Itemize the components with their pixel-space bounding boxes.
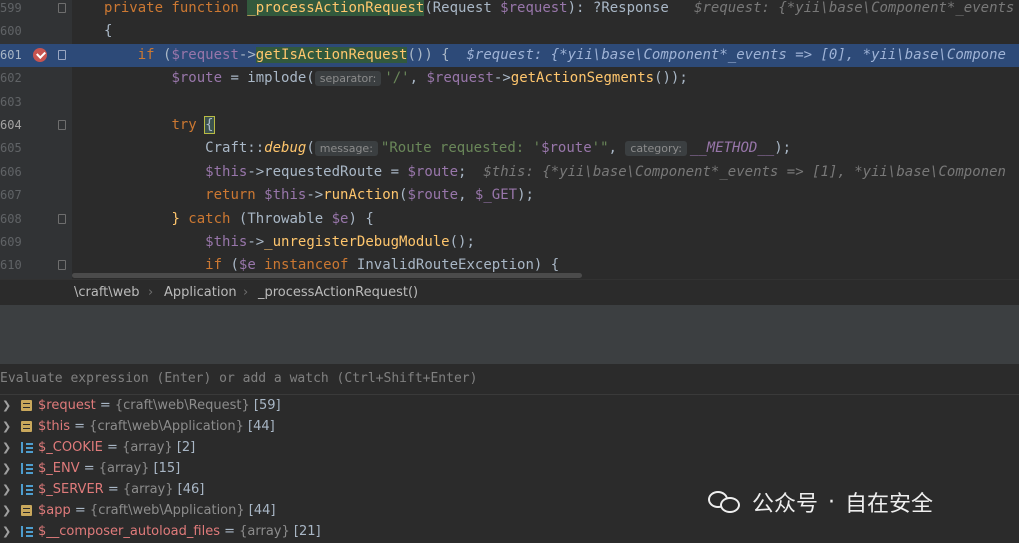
code-line-600[interactable]: 600 {: [0, 20, 1019, 43]
code-line-599[interactable]: 599 private function _processActionReque…: [0, 0, 1019, 20]
breadcrumb-class[interactable]: Application: [164, 285, 237, 300]
fold-marker-icon[interactable]: [58, 49, 66, 60]
line-number: 607: [0, 188, 22, 203]
line-number: 600: [0, 24, 22, 39]
code-line-607[interactable]: 607 return $this->runAction($route, $_GE…: [0, 184, 1019, 207]
code-line-602[interactable]: 602 $route = implode(separator: '/', $req…: [0, 67, 1019, 90]
expand-arrow-icon[interactable]: ❯: [2, 416, 11, 437]
fold-marker-icon[interactable]: [58, 3, 66, 13]
horizontal-scrollbar[interactable]: [72, 273, 582, 278]
code-line-608[interactable]: 608 } catch (Throwable $e) {: [0, 208, 1019, 231]
array-icon: [21, 442, 33, 453]
variable-row[interactable]: ❯ $_ENV = {array} [15]: [0, 458, 1019, 479]
chevron-right-icon: ›: [148, 285, 154, 300]
code-line-603[interactable]: 603: [0, 91, 1019, 114]
object-icon: [21, 400, 32, 411]
evaluate-expression-input[interactable]: [0, 364, 1019, 393]
breadcrumb-method[interactable]: _processActionRequest(): [258, 285, 418, 300]
code-text: if ($request->getIsActionRequest()) { $r…: [137, 46, 1006, 63]
variable-row[interactable]: ❯ $this = {craft\web\Application} [44]: [0, 416, 1019, 437]
variable-text: $request = {craft\web\Request} [59]: [38, 398, 281, 413]
breadcrumb-namespace[interactable]: \craft\web: [74, 285, 140, 300]
variable-row[interactable]: ❯ $__composer_autoload_files = {array} […: [0, 521, 1019, 542]
array-icon: [21, 526, 33, 537]
breadcrumb: \craft\web › Application › _processActio…: [0, 279, 1019, 306]
expand-arrow-icon[interactable]: ❯: [2, 437, 11, 458]
breakpoint-icon[interactable]: [33, 47, 47, 62]
watermark-brand: 公众号: [752, 492, 819, 517]
evaluate-expression-bar: [0, 364, 1019, 395]
watermark: 公众号 · 自在安全: [708, 487, 998, 517]
variable-text: $_SERVER = {array} [46]: [38, 482, 205, 497]
code-text: $this->requestedRoute = $route; $this: {…: [205, 163, 1006, 180]
variable-text: $_COOKIE = {array} [2]: [38, 440, 196, 455]
code-text: return $this->runAction($route, $_GET);: [205, 187, 534, 204]
debug-toolbar: [0, 334, 1019, 365]
line-number: 603: [0, 94, 22, 109]
expand-arrow-icon[interactable]: ❯: [2, 521, 11, 542]
watermark-name: 自在安全: [845, 492, 934, 517]
line-number: 608: [0, 211, 22, 226]
inline-debug-value: $request: {*yii\base\Component*_events =…: [466, 46, 1006, 63]
line-number: 604: [0, 118, 22, 132]
inline-debug-value: $request: {*yii\base\Component*_events: [694, 0, 1015, 16]
code-text: $this->_unregisterDebugModule();: [205, 234, 475, 250]
line-number: 605: [0, 141, 22, 156]
chevron-right-icon: ›: [243, 285, 249, 300]
array-icon: [21, 484, 33, 495]
code-text: try {: [171, 116, 215, 134]
wechat-icon: [708, 489, 742, 515]
line-number: 601: [0, 47, 22, 62]
line-number: 602: [0, 71, 22, 86]
watermark-dot: ·: [828, 489, 836, 515]
code-line-606[interactable]: 606 $this->requestedRoute = $route; $thi…: [0, 161, 1019, 184]
variable-text: $app = {craft\web\Application} [44]: [38, 503, 276, 518]
object-icon: [21, 421, 32, 432]
code-line-601-current[interactable]: 601 if ($request->getIsActionRequest()) …: [0, 43, 1019, 68]
code-text: Craft::debug(message: "Route requested: '…: [205, 140, 792, 157]
variable-row[interactable]: ❯ $_COOKIE = {array} [2]: [0, 437, 1019, 458]
line-number: 606: [0, 164, 22, 179]
fold-marker-icon[interactable]: [58, 260, 66, 271]
variables-panel: ❯ $request = {craft\web\Request} [59] ❯ …: [0, 395, 1019, 543]
expand-arrow-icon[interactable]: ❯: [2, 395, 11, 416]
variable-row[interactable]: ❯ $request = {craft\web\Request} [59]: [0, 395, 1019, 416]
code-editor[interactable]: 599 private function _processActionReque…: [0, 0, 1019, 279]
line-number: 610: [0, 258, 22, 273]
code-line-604[interactable]: 604 try {: [0, 114, 1019, 137]
fold-marker-icon[interactable]: [58, 120, 66, 130]
inline-debug-value: $this: {*yii\base\Component*_events => […: [483, 163, 1006, 180]
expand-arrow-icon[interactable]: ❯: [2, 500, 11, 521]
array-icon: [21, 463, 33, 474]
code-line-605[interactable]: 605 Craft::debug(message: "Route requeste…: [0, 137, 1019, 160]
debug-tool-window-header: [0, 305, 1019, 335]
code-text: {: [104, 23, 113, 40]
code-line-609[interactable]: 609 $this->_unregisterDebugModule();: [0, 231, 1019, 254]
parameter-hint: message:: [314, 141, 378, 157]
line-number: 609: [0, 235, 22, 249]
expand-arrow-icon[interactable]: ❯: [2, 458, 11, 479]
variable-text: $this = {craft\web\Application} [44]: [38, 419, 275, 434]
variable-text: $_ENV = {array} [15]: [38, 461, 181, 476]
line-number: 599: [0, 1, 22, 15]
parameter-hint: separator:: [314, 71, 382, 87]
code-text: private function _processActionRequest(R…: [104, 0, 1015, 16]
code-text: } catch (Throwable $e) {: [171, 210, 374, 227]
object-icon: [21, 505, 32, 516]
fold-marker-icon[interactable]: [58, 213, 66, 224]
code-text: $route = implode(separator: '/', $request…: [171, 70, 688, 87]
variable-text: $__composer_autoload_files = {array} [21…: [38, 524, 321, 539]
parameter-hint: category:: [625, 141, 687, 157]
expand-arrow-icon[interactable]: ❯: [2, 479, 11, 500]
